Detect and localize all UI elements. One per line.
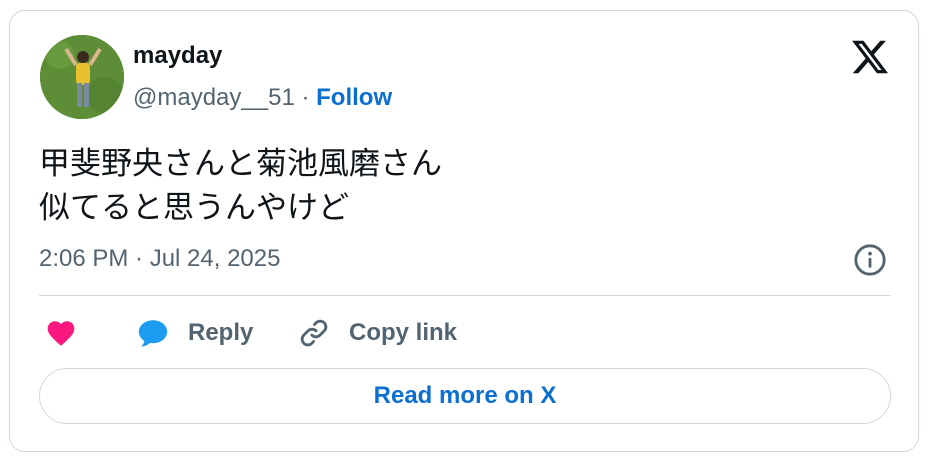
avatar[interactable] xyxy=(40,35,124,119)
avatar-image xyxy=(40,35,124,119)
author-name[interactable]: mayday xyxy=(133,41,222,71)
heart-icon xyxy=(47,321,75,346)
copy-link-label: Copy link xyxy=(349,319,458,346)
tweet-line-1: 甲斐野央さんと菊池風磨さん xyxy=(39,146,442,182)
link-icon xyxy=(300,319,328,347)
copy-link-button[interactable]: Copy link xyxy=(297,311,457,355)
tweet-line-2: 似てると思うんやけど xyxy=(39,190,349,226)
separator: · xyxy=(301,84,310,111)
info-icon[interactable] xyxy=(853,243,887,277)
like-button[interactable] xyxy=(45,311,77,355)
follow-button[interactable]: Follow xyxy=(316,84,392,111)
tweet-card: mayday @mayday__51 · Follow 甲斐野央さんと菊池風磨さ… xyxy=(9,10,919,452)
x-logo-icon[interactable] xyxy=(848,37,892,77)
author-handle[interactable]: @mayday__51 xyxy=(133,84,295,111)
reply-button[interactable]: Reply xyxy=(136,311,253,355)
action-bar: Reply Copy link xyxy=(39,311,891,355)
tweet-text: 甲斐野央さんと菊池風磨さん 似てると思うんやけど xyxy=(39,142,442,230)
author-handle-row: @mayday__51 · Follow xyxy=(133,83,392,113)
reply-bubble-icon xyxy=(138,320,168,347)
divider xyxy=(39,295,891,296)
tweet-timestamp[interactable]: 2:06 PM · Jul 24, 2025 xyxy=(39,244,280,274)
reply-label: Reply xyxy=(188,319,254,346)
read-more-button[interactable]: Read more on X xyxy=(39,368,891,424)
